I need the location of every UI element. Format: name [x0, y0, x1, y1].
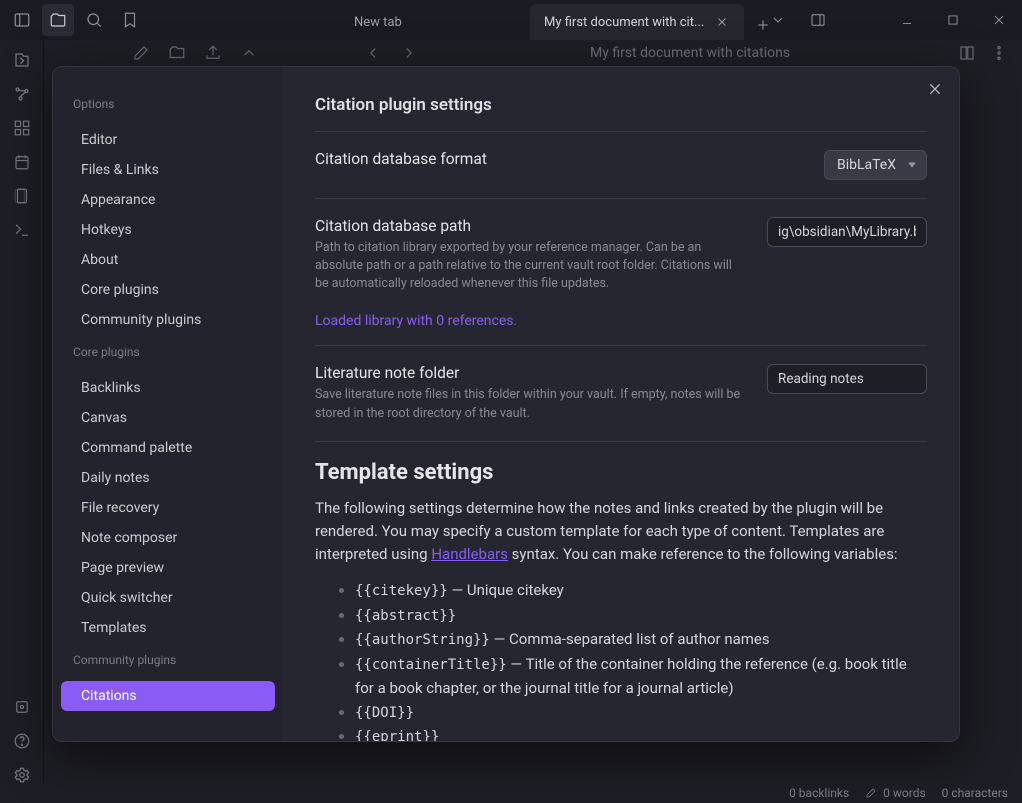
template-variable: {{eprint}} [355, 724, 927, 741]
tab-new[interactable]: New tab [340, 4, 530, 40]
note-folder-input[interactable] [767, 364, 927, 394]
quick-open-icon[interactable] [6, 46, 38, 74]
share-icon[interactable] [204, 44, 222, 66]
book-icon[interactable] [958, 44, 976, 66]
sidebar-item-citations[interactable]: Citations [61, 681, 275, 711]
settings-content[interactable]: Citation plugin settings Citation databa… [283, 67, 959, 741]
status-backlinks[interactable]: 0 backlinks [789, 786, 849, 800]
handlebars-link[interactable]: Handlebars [431, 545, 508, 563]
title-bar: New tab My first document with cit... [0, 0, 1022, 40]
canvas-icon[interactable] [6, 114, 38, 142]
graph-icon[interactable] [6, 80, 38, 108]
maximize-button[interactable] [930, 0, 976, 40]
search-icon[interactable] [78, 4, 110, 36]
sidebar-item-backlinks[interactable]: Backlinks [61, 373, 275, 403]
sidebar-item-about[interactable]: About [61, 245, 275, 275]
more-icon[interactable] [990, 44, 1008, 66]
close-window-button[interactable] [976, 0, 1022, 40]
sidebar-heading: Community plugins [73, 653, 267, 667]
note-folder-label: Literature note folder [315, 364, 747, 382]
template-variable: {{citekey}} — Unique citekey [355, 578, 927, 602]
sidebar-item-file-recovery[interactable]: File recovery [61, 493, 275, 523]
minimize-button[interactable] [884, 0, 930, 40]
status-bar: 0 backlinks 0 words 0 characters [0, 783, 1022, 803]
sidebar-item-quick-switcher[interactable]: Quick switcher [61, 583, 275, 613]
note-folder-desc: Save literature note files in this folde… [315, 386, 747, 422]
ribbon [0, 40, 44, 803]
db-path-desc: Path to citation library exported by you… [315, 239, 747, 293]
chevron-down-icon[interactable] [762, 4, 794, 36]
vault-icon[interactable] [42, 4, 74, 36]
sidebar-heading: Options [73, 97, 267, 111]
folder-icon[interactable] [168, 44, 186, 66]
vault-switcher-icon[interactable] [6, 693, 38, 721]
sidebar-item-hotkeys[interactable]: Hotkeys [61, 215, 275, 245]
db-path-input[interactable] [767, 217, 927, 247]
db-format-label: Citation database format [315, 150, 804, 168]
db-path-label: Citation database path [315, 217, 747, 235]
template-variable: {{containerTitle}} — Title of the contai… [355, 652, 927, 700]
toggle-left-sidebar-icon[interactable] [6, 4, 38, 36]
sidebar-item-canvas[interactable]: Canvas [61, 403, 275, 433]
status-words: 0 words [865, 786, 926, 800]
sidebar-item-note-composer[interactable]: Note composer [61, 523, 275, 553]
bookmark-icon[interactable] [114, 4, 146, 36]
settings-sidebar: Options EditorFiles & LinksAppearanceHotk… [53, 67, 283, 741]
templates-heading: Template settings [315, 442, 927, 497]
sidebar-item-appearance[interactable]: Appearance [61, 185, 275, 215]
tab-document[interactable]: My first document with cit... [530, 4, 744, 40]
sidebar-item-core-plugins[interactable]: Core plugins [61, 275, 275, 305]
templates-icon[interactable] [6, 182, 38, 210]
sidebar-item-daily-notes[interactable]: Daily notes [61, 463, 275, 493]
tab-label: New tab [354, 15, 402, 30]
template-variables-list: {{citekey}} — Unique citekey{{abstract}}… [315, 578, 927, 741]
sidebar-item-templates[interactable]: Templates [61, 613, 275, 643]
sidebar-item-editor[interactable]: Editor [61, 125, 275, 155]
edit-icon[interactable] [132, 44, 150, 66]
daily-note-icon[interactable] [6, 148, 38, 176]
template-variable: {{DOI}} [355, 700, 927, 724]
help-icon[interactable] [6, 727, 38, 755]
sidebar-item-page-preview[interactable]: Page preview [61, 553, 275, 583]
sidebar-item-command-palette[interactable]: Command palette [61, 433, 275, 463]
settings-title: Citation plugin settings [315, 95, 927, 132]
close-icon[interactable] [714, 14, 730, 30]
document-title: My first document with citations [590, 45, 790, 61]
sidebar-item-files-links[interactable]: Files & Links [61, 155, 275, 185]
status-characters: 0 characters [942, 786, 1008, 800]
sidebar-heading: Core plugins [73, 345, 267, 359]
command-palette-icon[interactable] [6, 216, 38, 244]
template-variable: {{abstract}} [355, 603, 927, 627]
settings-modal: Options EditorFiles & LinksAppearanceHotk… [52, 66, 960, 742]
nav-forward-icon[interactable] [400, 44, 418, 66]
nav-back-icon[interactable] [364, 44, 382, 66]
template-variable: {{authorString}} — Comma-separated list … [355, 627, 927, 651]
sidebar-item-community-plugins[interactable]: Community plugins [61, 305, 275, 335]
tab-label: My first document with cit... [544, 15, 704, 30]
db-format-select[interactable]: BibLaTeX [824, 150, 927, 180]
templates-paragraph: The following settings determine how the… [315, 497, 927, 567]
toggle-right-sidebar-icon[interactable] [802, 4, 834, 36]
chevron-up-icon[interactable] [240, 44, 258, 66]
library-status: Loaded library with 0 references. [315, 299, 927, 346]
